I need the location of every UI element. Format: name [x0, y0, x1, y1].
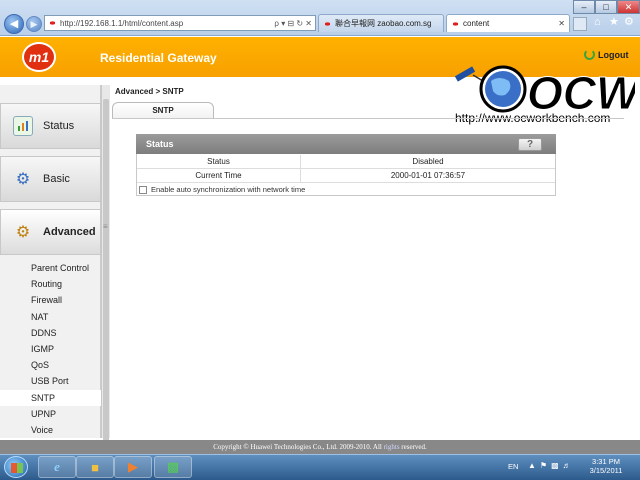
- address-bar[interactable]: http://192.168.1.1/html/content.asp ρ ▾ …: [44, 15, 316, 31]
- footer: Copyright © Huawei Technologies Co., Ltd…: [0, 440, 640, 454]
- page-title: Residential Gateway: [100, 51, 217, 65]
- row-label: Current Time: [137, 169, 301, 182]
- site-favicon-icon: [48, 19, 57, 27]
- tab-label: 聯合早報网 zaobao.com.sg: [335, 19, 432, 28]
- sidebar-subitem-nat[interactable]: NAT: [0, 309, 101, 325]
- advanced-submenu: Parent Control Routing Firewall NAT DDNS…: [0, 260, 101, 438]
- minimize-button[interactable]: –: [573, 0, 595, 14]
- sidebar-item-label: Advanced: [43, 226, 96, 238]
- table-row: Current Time 2000-01-01 07:36:57: [137, 169, 555, 183]
- new-tab-button[interactable]: [573, 17, 587, 31]
- forward-button[interactable]: ▶: [26, 16, 42, 32]
- logout-label: Logout: [598, 49, 629, 60]
- favorites-icon[interactable]: ★: [609, 15, 619, 28]
- clock-date: 3/15/2011: [589, 466, 623, 475]
- chart-icon: [13, 116, 33, 136]
- tab-sntp[interactable]: SNTP: [112, 102, 214, 118]
- sidebar-subitem-igmp[interactable]: IGMP: [0, 341, 101, 357]
- auto-sync-option[interactable]: Enable auto synchronization with network…: [139, 185, 305, 194]
- copyright-text: Copyright © Huawei Technologies Co., Ltd…: [213, 443, 382, 451]
- sidebar-subitem-ddns[interactable]: DDNS: [0, 325, 101, 341]
- address-url[interactable]: http://192.168.1.1/html/content.asp: [60, 19, 271, 28]
- sidebar-item-label: Basic: [43, 173, 70, 185]
- sidebar-item-advanced[interactable]: ⚙ Advanced: [0, 209, 101, 255]
- sidebar-subitem-routing[interactable]: Routing: [0, 276, 101, 292]
- back-button[interactable]: ◀: [4, 14, 24, 34]
- folder-icon[interactable]: ■: [76, 456, 114, 478]
- network-icon[interactable]: ▩: [551, 461, 559, 470]
- volume-icon[interactable]: ♬: [563, 461, 571, 470]
- clock-time: 3:31 PM: [592, 457, 620, 466]
- auto-sync-label: Enable auto synchronization with network…: [151, 185, 306, 194]
- collapse-handle-icon[interactable]: ≡: [103, 222, 108, 231]
- sidebar-subitem-qos[interactable]: QoS: [0, 357, 101, 373]
- sidebar-subitem-upnp[interactable]: UPNP: [0, 406, 101, 422]
- sidebar-item-status[interactable]: Status: [0, 103, 101, 149]
- clock[interactable]: 3:31 PM 3/15/2011: [586, 457, 626, 475]
- network-app-icon[interactable]: ▩: [154, 456, 192, 478]
- row-value: 2000-01-01 07:36:57: [390, 171, 466, 180]
- close-window-button[interactable]: ✕: [617, 0, 640, 14]
- table-row: Status Disabled: [137, 155, 555, 169]
- tab-favicon-icon: [451, 20, 460, 28]
- sidebar-subitem-usb-port[interactable]: USB Port: [0, 373, 101, 389]
- wrench-gear-icon: ⚙: [15, 224, 31, 241]
- language-indicator[interactable]: EN: [508, 462, 518, 471]
- tab-label: content: [463, 19, 490, 28]
- satellite-icon: [455, 66, 484, 82]
- help-button[interactable]: ?: [518, 138, 542, 151]
- m1-logo: m1: [22, 42, 56, 72]
- ie-icon[interactable]: e: [38, 456, 76, 478]
- action-center-icon[interactable]: ⚑: [540, 461, 547, 470]
- copyright-reserved: reserved.: [401, 443, 427, 451]
- sidebar-item-label: Status: [43, 120, 75, 132]
- tab-content[interactable]: content ✕: [446, 14, 570, 32]
- sidebar-item-basic[interactable]: ⚙ Basic: [0, 156, 101, 202]
- tab-close-icon[interactable]: ✕: [558, 19, 565, 28]
- auto-sync-checkbox[interactable]: [139, 185, 147, 194]
- maximize-button[interactable]: □: [595, 0, 617, 14]
- sidebar-subitem-firewall[interactable]: Firewall: [0, 292, 101, 308]
- row-label: Status: [137, 155, 301, 168]
- breadcrumb: Advanced > SNTP: [115, 87, 184, 96]
- row-value: Disabled: [412, 157, 444, 166]
- copyright-rights: rights: [383, 443, 400, 451]
- tab-divider: [112, 118, 624, 119]
- tray-arrow-icon[interactable]: ▲: [528, 461, 536, 470]
- status-panel-title: Status: [136, 134, 556, 154]
- tab-zaobao[interactable]: 聯合早報网 zaobao.com.sg: [318, 14, 444, 32]
- sidebar-subitem-parent-control[interactable]: Parent Control: [0, 260, 101, 276]
- address-tools-icon[interactable]: ρ ▾ ⊟ ↻ ✕: [274, 19, 312, 28]
- sidebar-scrollbar[interactable]: [101, 85, 110, 455]
- media-player-icon[interactable]: ▶: [114, 456, 152, 478]
- start-button[interactable]: [4, 456, 28, 478]
- system-tray: ▲ ⚑ ▩ ♬: [528, 461, 571, 470]
- gear-icon: ⚙: [15, 171, 31, 188]
- tab-favicon-icon: [323, 20, 332, 28]
- tools-gear-icon[interactable]: ⚙: [624, 15, 634, 28]
- scrollbar-thumb[interactable]: [103, 99, 109, 455]
- home-icon[interactable]: ⌂: [594, 16, 601, 28]
- sidebar-subitem-voice[interactable]: Voice: [0, 422, 101, 438]
- sidebar-subitem-sntp[interactable]: SNTP: [0, 389, 101, 406]
